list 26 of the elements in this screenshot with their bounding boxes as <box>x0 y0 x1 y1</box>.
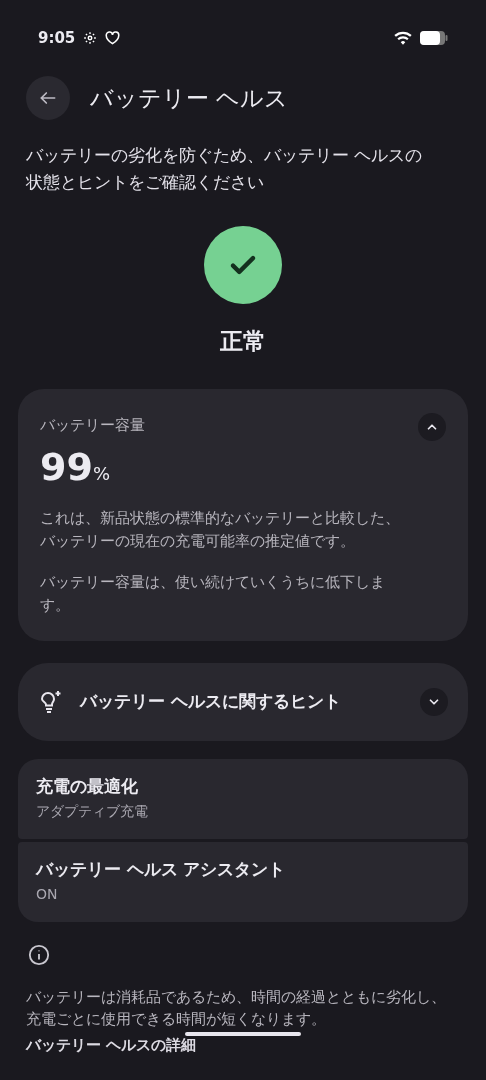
card-label: バッテリー容量 <box>40 415 145 435</box>
info-icon <box>28 943 50 966</box>
item-subtitle: アダプティブ充電 <box>36 802 149 822</box>
details-link[interactable]: バッテリー ヘルスの詳細 <box>0 1033 486 1056</box>
lightbulb-icon <box>38 688 64 715</box>
item-title: 充電の最適化 <box>36 775 139 798</box>
settings-item[interactable]: バッテリー ヘルス アシスタント ON <box>18 841 468 922</box>
intro-text: バッテリーの劣化を防ぐため、バッテリー ヘルスの状態とヒントをご確認ください <box>26 145 424 194</box>
tips-title: バッテリー ヘルスに関するヒント <box>80 689 342 713</box>
page-title: バッテリー ヘルス <box>90 83 289 113</box>
footer-note: バッテリーは消耗品であるため、時間の経過とともに劣化し、充電ごとに使用できる時間が短くなります。 <box>25 987 447 1029</box>
back-button[interactable] <box>26 76 70 120</box>
heart-icon <box>105 31 121 45</box>
settings-item[interactable]: 充電の最適化 アダプティブ充電 <box>18 758 468 839</box>
description-text: これは、新品状態の標準的なバッテリーと比較した、バッテリーの現在の充電可能率の推定値です。 <box>40 508 401 551</box>
wifi-icon <box>394 31 412 45</box>
battery-icon <box>420 31 448 45</box>
item-title: バッテリー ヘルス アシスタント <box>36 858 287 881</box>
expand-button[interactable] <box>420 687 448 716</box>
description-text: バッテリー容量は、使い続けていくうちに低下します。 <box>40 572 386 615</box>
status-label: 正常 <box>220 327 266 356</box>
item-subtitle: ON <box>36 885 59 905</box>
tips-card[interactable]: バッテリー ヘルスに関するヒント <box>18 662 468 741</box>
collapse-button[interactable] <box>418 412 446 441</box>
capacity-value: 99% <box>40 444 111 489</box>
clock: 9:05 <box>38 27 76 49</box>
